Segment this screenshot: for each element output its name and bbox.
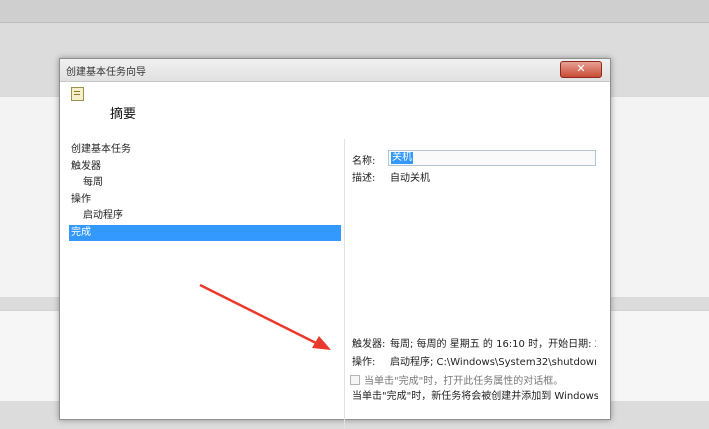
- step-trigger[interactable]: 触发器: [69, 159, 341, 176]
- page-heading: 摘要: [110, 107, 137, 122]
- close-button[interactable]: ✕: [560, 61, 602, 78]
- step-weekly[interactable]: 每周: [69, 175, 341, 192]
- close-icon: ✕: [576, 62, 586, 75]
- description-value: 自动关机: [390, 173, 430, 184]
- pane-divider: [344, 139, 345, 429]
- description-label: 描述:: [352, 173, 376, 184]
- name-field[interactable]: 关机: [388, 150, 596, 166]
- trigger-value: 每周; 每周的 星期五 的 16:10 时，开始日期: 2020: [390, 339, 596, 350]
- trigger-label: 触发器:: [352, 339, 386, 350]
- wizard-steps-list: 创建基本任务 触发器 每周 操作 启动程序 完成: [69, 142, 341, 241]
- open-properties-checkbox[interactable]: [350, 375, 360, 385]
- create-basic-task-wizard-dialog: 创建基本任务向导 ✕ 摘要 创建基本任务 触发器 每周 操作 启动程序 完成 名…: [59, 58, 611, 429]
- step-finish[interactable]: 完成: [69, 224, 341, 241]
- step-start-program[interactable]: 启动程序: [69, 208, 341, 225]
- action-value: 启动程序; C:\Windows\System32\shutdown.exe: [390, 357, 596, 368]
- name-label: 名称:: [352, 156, 376, 167]
- dialog-titlebar[interactable]: 创建基本任务向导 ✕: [60, 59, 610, 82]
- open-properties-checkbox-label[interactable]: 当单击"完成"时，打开此任务属性的对话框。: [364, 372, 563, 387]
- background-toolbar-band: [0, 0, 709, 23]
- step-action[interactable]: 操作: [69, 192, 341, 209]
- dialog-title: 创建基本任务向导: [66, 67, 146, 78]
- step-create-basic-task[interactable]: 创建基本任务: [69, 142, 341, 159]
- name-field-value: 关机: [391, 152, 413, 164]
- action-label: 操作:: [352, 357, 376, 368]
- task-wizard-icon: [71, 87, 84, 101]
